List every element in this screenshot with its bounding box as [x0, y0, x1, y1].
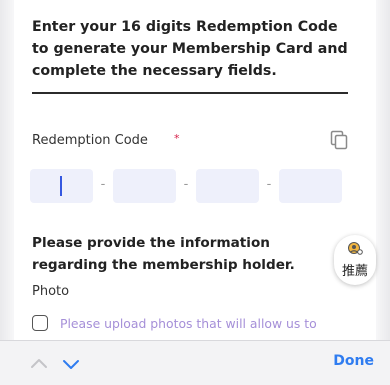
recommend-button[interactable]: 推薦 [334, 235, 376, 285]
right-gutter [376, 0, 390, 360]
chevron-up-icon[interactable] [30, 354, 48, 368]
photo-label: Photo [32, 284, 70, 299]
code-separator: - [183, 177, 189, 192]
intro-text: Enter your 16 digits Redemption Code to … [32, 19, 348, 79]
redemption-form-page: Enter your 16 digits Redemption Code to … [0, 0, 390, 385]
redemption-code-label: Redemption Code [32, 133, 148, 148]
recommend-icon [347, 241, 363, 255]
redemption-code-fields: - - - [30, 169, 350, 203]
photo-consent-checkbox[interactable] [32, 315, 48, 331]
required-marker: * [174, 132, 180, 145]
code-segment-2-input[interactable] [113, 169, 176, 203]
chevron-down-icon[interactable] [62, 356, 80, 369]
copy-icon[interactable] [330, 130, 348, 150]
done-button[interactable]: Done [333, 353, 374, 369]
section-divider [32, 92, 348, 94]
left-gutter [0, 0, 14, 360]
keyboard-accessory-toolbar [0, 340, 390, 385]
code-segment-4-input[interactable] [279, 169, 342, 203]
redemption-code-label-row: Redemption Code * [32, 130, 348, 152]
code-separator: - [100, 177, 106, 192]
code-separator: - [266, 177, 272, 192]
form-content: Enter your 16 digits Redemption Code to … [18, 0, 362, 353]
code-segment-3-input[interactable] [196, 169, 259, 203]
holder-section-title: Please provide the information regarding… [32, 235, 295, 273]
text-caret [60, 176, 62, 196]
recommend-label: 推薦 [341, 264, 368, 279]
code-segment-1-input[interactable] [30, 169, 93, 203]
